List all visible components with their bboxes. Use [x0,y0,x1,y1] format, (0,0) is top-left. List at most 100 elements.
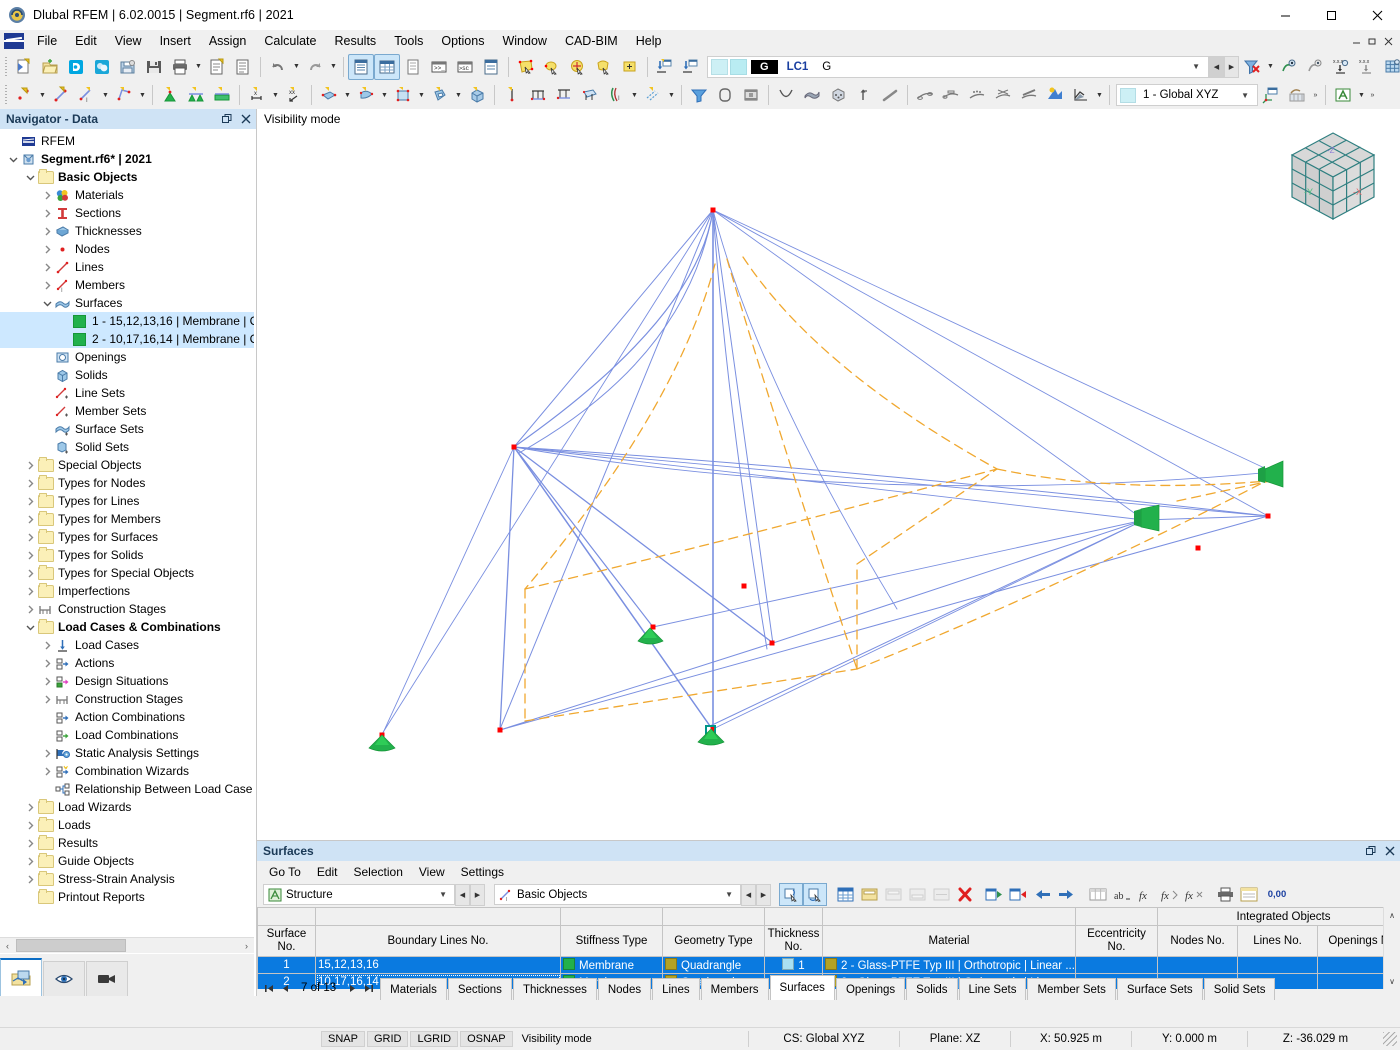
formula-fx-clear-icon[interactable]: fx [1182,883,1206,906]
result-diagram-2-icon[interactable] [938,82,964,108]
result-chart-icon[interactable] [1068,82,1094,108]
pager-prev-button[interactable] [277,978,293,998]
menu-window[interactable]: Window [493,31,555,51]
column-settings-icon[interactable] [1086,883,1110,906]
table-tab-nodes[interactable]: Nodes [597,978,652,1000]
filter-clear-icon[interactable] [1239,54,1265,80]
table-tab-openings[interactable]: Openings [835,978,906,1000]
views-navigator-tab[interactable] [86,961,128,996]
cell-thickness_no[interactable]: 1 [764,956,823,974]
chevron-right-icon[interactable] [40,186,54,204]
table-menu-selection[interactable]: Selection [346,863,411,881]
result-colors-icon[interactable] [1042,82,1068,108]
grid-settings-icon[interactable] [1284,82,1310,108]
move-right-icon[interactable] [1054,883,1078,906]
tree-item-basic-objects[interactable]: Basic Objects [0,168,254,186]
surface-quad-caret[interactable]: ▼ [416,83,427,107]
script-console-icon[interactable]: >SC [452,54,478,80]
chevron-right-icon[interactable] [40,204,54,222]
tree-item-2-10-17-16-14-membrane-c[interactable]: 2 - 10,17,16,14 | Membrane | C [0,330,254,348]
tree-item-design-situations[interactable]: Design Situations [0,672,254,690]
tree-item-members[interactable]: I Members [0,276,254,294]
chevron-right-icon[interactable] [40,258,54,276]
tree-item-types-for-special-objects[interactable]: Types for Special Objects [0,564,254,582]
node-dropdown-caret[interactable]: ▼ [37,83,48,107]
chevron-right-icon[interactable] [40,240,54,258]
spreadsheet-icon[interactable] [1330,82,1356,108]
import-table-icon[interactable] [982,883,1006,906]
basic-objects-combo[interactable]: I Basic Objects ▼ [494,884,741,905]
chevron-right-icon[interactable] [23,870,37,888]
table-view-icon[interactable] [833,883,857,906]
visibility-labels-icon[interactable]: x.x.x [1354,54,1380,80]
visibility-hide-icon[interactable] [1302,54,1328,80]
structure-combo-caret[interactable]: ▼ [432,890,454,899]
tree-item-thicknesses[interactable]: Thicknesses [0,222,254,240]
film-icon[interactable] [738,82,764,108]
new-nodal-release-icon[interactable]: x [244,82,270,108]
polyline-dropdown-caret[interactable]: ▼ [137,83,148,107]
tree-item-types-for-lines[interactable]: Types for Lines [0,492,254,510]
formula-fx-icon[interactable]: fx [1134,883,1158,906]
mdi-close-button[interactable] [1381,34,1395,48]
tree-item-solids[interactable]: Solids [0,366,254,384]
display-navigator-tab[interactable] [43,961,85,996]
maximize-button[interactable] [1308,0,1354,30]
pager-next-button[interactable] [344,978,360,998]
pager-last-button[interactable] [360,978,376,998]
chevron-right-icon[interactable] [23,834,37,852]
new-member-support-icon[interactable] [209,82,235,108]
navigator-icon[interactable] [348,53,374,80]
lift-icon[interactable] [851,82,877,108]
chevron-down-icon[interactable] [23,168,37,186]
column-header-thickness_no[interactable]: Thickness No. [764,925,823,957]
table-tab-surface-sets[interactable]: Surface Sets [1116,978,1203,1000]
visibility-numbering-icon[interactable]: x.x.x [1328,54,1354,80]
menu-insert[interactable]: Insert [151,31,200,51]
tree-item-sections[interactable]: Sections [0,204,254,222]
report-table-icon[interactable] [1237,883,1261,906]
load-case-dropdown-caret[interactable]: ▼ [1184,62,1208,71]
tree-item-static-analysis-settings[interactable]: Static Analysis Settings [0,744,254,762]
chevron-right-icon[interactable] [23,582,37,600]
tree-item-segment-rf6-2021[interactable]: Segment.rf6* | 2021 [0,150,254,168]
print-dropdown-caret[interactable]: ▼ [193,55,204,79]
table-tab-solid-sets[interactable]: Solid Sets [1203,978,1276,1000]
structure-next-button[interactable]: ▶ [470,883,485,906]
redo-dropdown-caret[interactable]: ▼ [328,55,339,79]
basic-objects-prev-button[interactable]: ◀ [741,883,756,906]
new-solid-icon[interactable] [464,82,490,108]
status-toggle-lgrid[interactable]: LGRID [410,1031,459,1047]
select-objects-icon[interactable] [513,54,539,80]
select-in-table-icon[interactable] [779,883,803,906]
chevron-right-icon[interactable] [40,672,54,690]
export-load-icon[interactable] [678,54,704,80]
tree-item-results[interactable]: Results [0,834,254,852]
table-tab-members[interactable]: Members [700,978,769,1000]
table-menu-settings[interactable]: Settings [453,863,512,881]
result-diagram-4-icon[interactable] [990,82,1016,108]
tree-item-special-objects[interactable]: Special Objects [0,456,254,474]
new-line-release-icon[interactable]: xx [281,82,307,108]
export-table-icon[interactable] [1006,883,1030,906]
tree-item-types-for-surfaces[interactable]: Types for Surfaces [0,528,254,546]
table-tab-sections[interactable]: Sections [447,978,512,1000]
chevron-right-icon[interactable] [40,654,54,672]
table-panel-close-icon[interactable] [1381,843,1398,860]
solid-view-icon[interactable] [825,82,851,108]
table-scroll-up-arrow[interactable]: ∧ [1384,907,1400,923]
table-row[interactable]: 1 15,12,13,16 Membrane Quadrangle 1 2 - Glass… [257,956,1400,974]
menu-file[interactable]: File [28,31,66,51]
table-menu-edit[interactable]: Edit [309,863,346,881]
chevron-right-icon[interactable] [23,510,37,528]
table-tab-line-sets[interactable]: Line Sets [958,978,1027,1000]
new-line-icon[interactable] [48,82,74,108]
printout-report-icon[interactable] [230,54,256,80]
chevron-right-icon[interactable] [23,564,37,582]
save-icon[interactable] [141,54,167,80]
chevron-right-icon[interactable] [40,222,54,240]
select-box-icon[interactable] [617,54,643,80]
chevron-right-icon[interactable] [40,762,54,780]
chevron-down-icon[interactable] [6,150,20,168]
tree-item-construction-stages[interactable]: Construction Stages [0,600,254,618]
